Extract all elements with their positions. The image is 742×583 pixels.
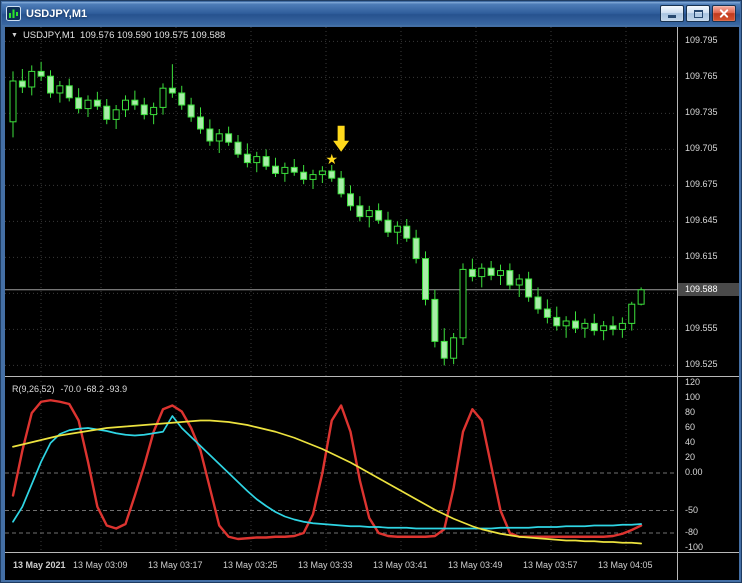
time-axis-label: 13 May 03:17 xyxy=(148,560,203,570)
indicator-axis-label: 40 xyxy=(685,437,696,447)
current-price-value: 109.588 xyxy=(685,283,718,294)
symbol-dropdown-icon: ▼ xyxy=(11,32,18,39)
sell-arrow-icon xyxy=(333,125,350,152)
price-axis: 109.588 109.795 109.765 109.735 109.705 109.… xyxy=(678,27,739,580)
time-axis-label: 13 May 03:09 xyxy=(73,560,128,570)
chart-symbol-label: USDJPY,M1 xyxy=(22,30,76,41)
close-button[interactable] xyxy=(712,5,736,22)
time-axis-label: 13 May 03:49 xyxy=(448,560,503,570)
chart-client-area: ★ ▼ USDJPY,M1 109.576 109.590 109.575 10… xyxy=(5,27,739,580)
time-axis-label: 13 May 03:33 xyxy=(298,560,353,570)
chart-window-icon xyxy=(6,6,21,21)
price-axis-label: 109.795 xyxy=(685,35,718,46)
indicator-axis-label: 20 xyxy=(685,452,696,462)
price-axis-label: 109.705 xyxy=(685,143,718,154)
price-axis-label: 109.645 xyxy=(685,215,718,226)
indicator-axis-label: 60 xyxy=(685,422,696,432)
indicator-values: -70.0 -68.2 -93.9 xyxy=(60,384,128,394)
time-axis-label: 13 May 03:41 xyxy=(373,560,428,570)
price-axis-label: 109.525 xyxy=(685,359,718,370)
indicator-axis-label: -100 xyxy=(685,542,704,552)
star-icon: ★ xyxy=(325,152,338,168)
price-axis-label: 109.675 xyxy=(685,179,718,190)
price-axis-label: 109.735 xyxy=(685,107,718,118)
close-icon xyxy=(719,8,729,19)
indicator-line-fast xyxy=(11,399,643,541)
main-chart-canvas[interactable]: ★ xyxy=(5,27,677,376)
price-axis-label: 109.555 xyxy=(685,323,718,334)
indicator-axis-label: 100 xyxy=(685,392,701,402)
time-axis-label: 13 May 2021 xyxy=(13,560,66,570)
indicator-canvas[interactable] xyxy=(5,381,677,552)
price-axis-label: 109.765 xyxy=(685,71,718,82)
indicator-axis-label: -50 xyxy=(685,504,699,515)
indicator-axis-label: 80 xyxy=(685,407,696,417)
chart-ohlc-values: 109.576 109.590 109.575 109.588 xyxy=(80,30,226,41)
candles xyxy=(9,61,645,366)
minimize-icon xyxy=(668,15,676,18)
indicator-name: R(9,26,52) xyxy=(12,384,55,394)
indicator-label: R(9,26,52) -70.0 -68.2 -93.9 xyxy=(12,384,127,394)
title-bar[interactable]: USDJPY,M1 xyxy=(2,2,740,25)
time-axis-label: 13 May 03:57 xyxy=(523,560,578,570)
indicator-axis-label: -80 xyxy=(685,527,699,537)
price-axis-label: 109.615 xyxy=(685,251,718,262)
indicator-axis-label: 0.00 xyxy=(685,467,703,477)
minimize-button[interactable] xyxy=(660,5,684,22)
indicator-line-mid xyxy=(12,415,642,530)
indicator-axis-label: 120 xyxy=(685,377,701,387)
time-axis-label: 13 May 03:25 xyxy=(223,560,278,570)
window-controls xyxy=(660,5,736,22)
window-title: USDJPY,M1 xyxy=(26,7,88,20)
time-axis-label: 13 May 04:05 xyxy=(598,560,653,570)
chart-header: ▼ USDJPY,M1 109.576 109.590 109.575 109.… xyxy=(11,30,225,41)
maximize-icon xyxy=(693,9,703,18)
current-price-box: 109.588 xyxy=(678,282,739,296)
maximize-button[interactable] xyxy=(686,5,710,22)
time-axis: 13 May 2021 13 May 03:09 13 May 03:17 13 Ma… xyxy=(5,553,677,580)
mt4-chart-window: USDJPY,M1 ★ ▼ USDJPY,M1 109.576 109.590 … xyxy=(0,0,742,583)
